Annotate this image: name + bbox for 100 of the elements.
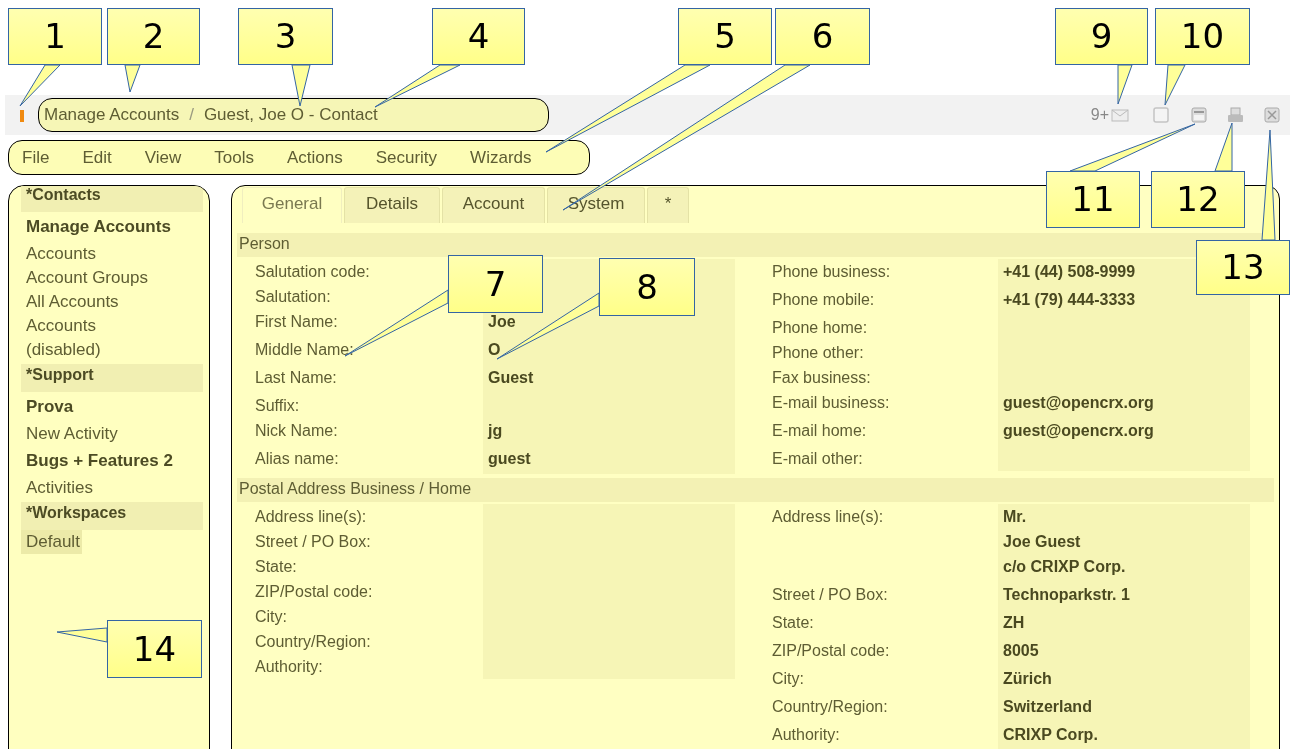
field-label: Nick Name: [254,421,339,441]
callout-pointer [56,627,108,643]
field-label: First Name: [254,312,339,332]
field-value: Guest [488,368,534,388]
sidebar-item[interactable]: Activities [21,476,171,500]
sidebar-item[interactable]: Manage Accounts [21,212,203,242]
callout-label: 5 [678,8,772,65]
field-label: Address line(s): [771,507,885,527]
field-label: Phone mobile: [771,290,876,310]
menu-item[interactable]: File [22,144,50,171]
sidebar-heading[interactable]: *Workspaces [21,502,203,530]
field-label: Country/Region: [771,697,889,717]
field-value: +41 (44) 508-9999 [1003,262,1136,282]
callout-label: 7 [448,255,543,313]
callout-pointer [124,64,141,93]
menu-item[interactable]: View [144,144,182,171]
callout-label: 14 [107,620,202,678]
sidebar-item[interactable]: New Activity [21,422,171,446]
square-icon[interactable] [1153,107,1169,123]
sidebar-item[interactable]: Default [21,530,82,554]
sidebar-item[interactable]: Account Groups [21,266,171,290]
breadcrumb-link[interactable]: Manage Accounts [44,102,180,128]
callout-pointer [1214,122,1233,172]
callout-label: 8 [599,258,695,316]
sidebar-item[interactable]: Accounts (disabled) [21,314,171,362]
field-label: E-mail other: [771,449,864,469]
field-label: Last Name: [254,368,338,388]
field-label: Fax business: [771,368,872,388]
field-label: Salutation: [254,287,332,307]
field-value: Zürich [1003,669,1052,689]
field-value: ZH [1003,613,1025,633]
callout-pointer [291,64,311,107]
callout-label: 3 [238,8,333,65]
field-label: State: [254,557,298,577]
sidebar-item[interactable]: All Accounts [21,290,171,314]
sidebar-item[interactable]: Prova [21,392,203,422]
field-value: Joe [488,312,516,332]
field-value: 8005 [1003,641,1039,661]
field-label: Address line(s): [254,507,368,527]
field-label: E-mail business: [771,393,891,413]
mail-icon[interactable] [1111,108,1129,122]
callout-label: 10 [1155,8,1250,65]
field-label: Street / PO Box: [771,585,889,605]
breadcrumb-separator: / [189,104,194,127]
field-value: c/o CRIXP Corp. [1003,557,1126,577]
field-label: ZIP/Postal code: [254,582,374,602]
field-value: guest@opencrx.org [1003,421,1154,441]
callout-label: 11 [1046,171,1140,228]
close-icon[interactable] [1264,107,1280,123]
field-label: Street / PO Box: [254,532,372,552]
callout-label: 9 [1055,8,1148,65]
field-label: Suffix: [254,396,301,416]
field-label: ZIP/Postal code: [771,641,891,661]
callout-pointer [19,64,61,107]
tab[interactable]: Account [442,187,545,223]
field-value: Switzerland [1003,697,1092,717]
field-label: Authority: [254,657,324,677]
field-label: Authority: [771,725,841,745]
menu-item[interactable]: Wizards [470,144,532,171]
field-label: Middle Name: [254,340,355,360]
callout-label: 1 [8,8,102,65]
field-label: City: [254,607,288,627]
field-value: Joe Guest [1003,532,1081,552]
tab[interactable]: * [647,187,689,223]
breadcrumb-link[interactable]: Guest, Joe O - Contact [203,102,378,128]
sidebar-item[interactable]: Bugs + Features 2 [21,446,203,476]
callout-pointer [1117,64,1133,105]
tab[interactable]: Details [344,187,440,223]
field-value: guest@opencrx.org [1003,393,1154,413]
field-value: jg [488,421,503,441]
field-label: Salutation code: [254,262,371,282]
field-value: Mr. [1003,507,1027,527]
printer-icon[interactable] [1227,107,1244,123]
section-header: Postal Address Business / Home [237,478,1274,502]
field-value: guest [488,449,531,469]
field-label: State: [771,613,815,633]
callout-label: 2 [107,8,200,65]
field-label: Country/Region: [254,632,372,652]
menu-item[interactable]: Actions [286,144,343,171]
field-label: E-mail home: [771,421,868,441]
callout-pointer [1164,64,1186,106]
field-label: City: [771,669,805,689]
tab[interactable]: System [547,187,645,223]
menu-item[interactable]: Security [375,144,438,171]
sidebar-heading[interactable]: *Contacts [21,186,203,212]
menu-item[interactable]: Tools [214,144,254,171]
sidebar-item[interactable]: Accounts [21,242,171,266]
callout-label: 12 [1151,171,1245,228]
callout-label: 4 [432,8,525,65]
callout-label: 6 [775,8,870,65]
sidebar-heading[interactable]: *Support [21,364,203,392]
field-label: Phone business: [771,262,892,282]
tab[interactable]: General [242,187,342,223]
window-icon[interactable] [1191,107,1207,123]
marker-icon [19,108,25,122]
field-value: +41 (79) 444-3333 [1003,290,1136,310]
field-value: Technoparkstr. 1 [1003,585,1130,605]
field-label: Phone home: [771,318,869,338]
menu-item[interactable]: Edit [82,144,112,171]
field-label: Alias name: [254,449,340,469]
